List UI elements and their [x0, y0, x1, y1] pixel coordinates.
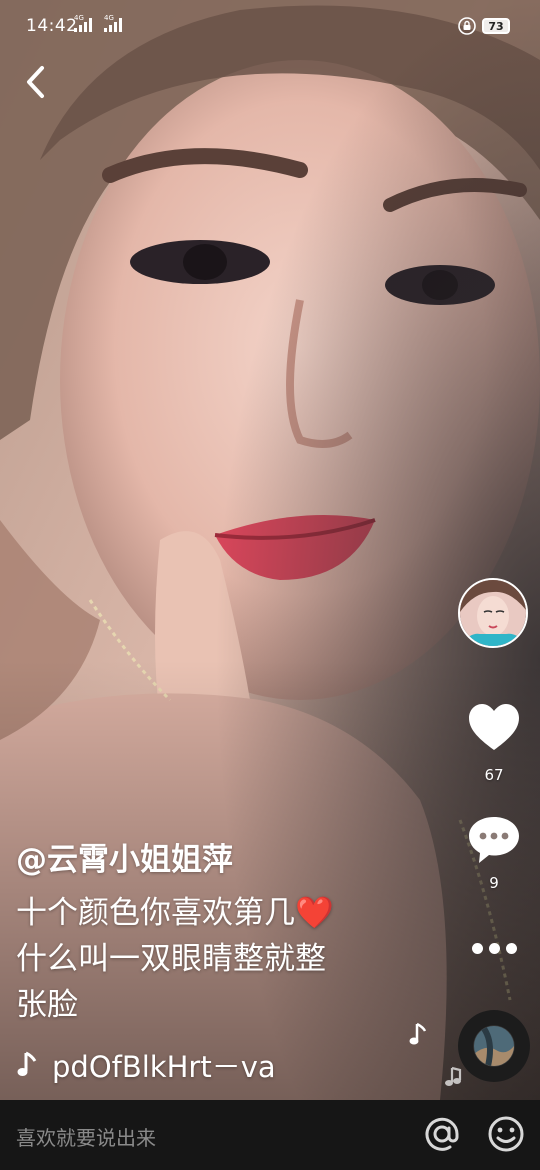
heart-icon[interactable] [466, 700, 522, 756]
music-note-icon [409, 1022, 427, 1045]
lock-rotation-icon [458, 17, 476, 35]
like-count: 67 [484, 766, 504, 784]
signal-strength-icon: 4G [74, 14, 92, 32]
music-note-icon [445, 1066, 462, 1086]
smiley-icon[interactable] [486, 1114, 526, 1154]
comment-input[interactable]: 喜欢就要说出来 [16, 1122, 156, 1151]
network-type-label: 4G [104, 14, 114, 22]
caption-line: 什么叫一双眼睛整就整 [16, 941, 326, 977]
signal-strength-icon: 4G [104, 14, 122, 32]
back-arrow-icon[interactable] [20, 62, 52, 102]
author-avatar[interactable] [458, 578, 528, 648]
status-bar: 14:42 4G 4G 73 [0, 0, 540, 56]
speech-bubble-icon[interactable] [466, 812, 522, 868]
music-cover-image [474, 1026, 514, 1066]
music-title: pdOfBlkHrt－va [52, 1050, 276, 1084]
at-sign-icon[interactable] [422, 1114, 462, 1154]
author-name[interactable]: @云霄小姐姐萍 [16, 834, 233, 879]
music-disc[interactable] [458, 1010, 530, 1082]
caption-line: 张脸 [16, 987, 78, 1023]
comment-count: 9 [489, 874, 499, 892]
comment-bar: 喜欢就要说出来 [0, 1100, 540, 1170]
music-title-row[interactable]: pdOfBlkHrt－va [16, 1044, 276, 1086]
video-screen: 14:42 4G 4G 73 67 9 @云霄小姐姐萍 十个颜色你喜欢第几❤️ … [0, 0, 540, 1170]
more-dots-icon[interactable] [466, 930, 522, 966]
network-type-label: 4G [74, 14, 84, 22]
battery-icon: 73 [482, 18, 510, 34]
music-note-icon [17, 1051, 37, 1076]
status-time: 14:42 [26, 16, 78, 36]
caption-line: 十个颜色你喜欢第几❤️ [16, 895, 334, 931]
video-caption: 十个颜色你喜欢第几❤️ 什么叫一双眼睛整就整 张脸 [16, 890, 436, 1028]
